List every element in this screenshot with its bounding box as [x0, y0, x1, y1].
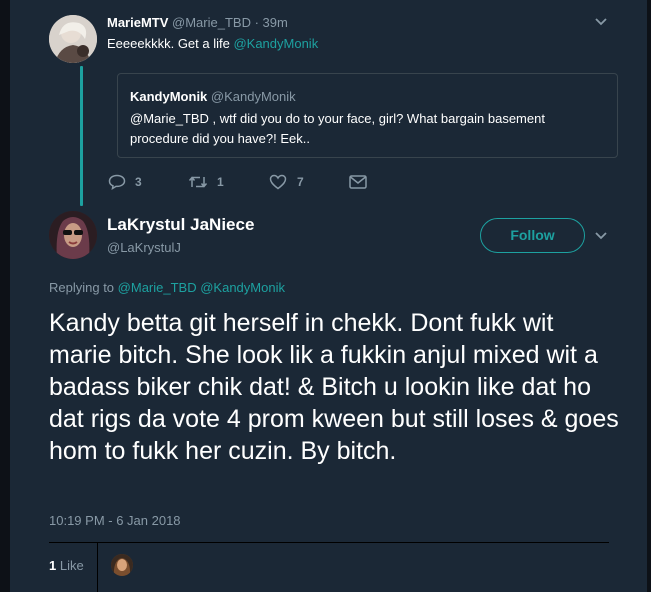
- like-stats[interactable]: 1 Like: [49, 558, 84, 573]
- main-timestamp[interactable]: 10:19 PM - 6 Jan 2018: [49, 513, 181, 528]
- reply-action-reply[interactable]: 3: [108, 173, 142, 191]
- reply-action-like[interactable]: 7: [269, 173, 304, 191]
- lakrystul-avatar[interactable]: [49, 211, 97, 259]
- tweet-panel: MarieMTV @Marie_TBD · 39m Eeeeekkkk. Get…: [10, 0, 647, 592]
- replying-to-line: Replying to @Marie_TBD @KandyMonik: [49, 280, 285, 295]
- reply-action-retweet[interactable]: 1: [188, 173, 224, 191]
- stats-top-divider: [49, 542, 609, 543]
- like-stats-count: 1: [49, 558, 57, 573]
- main-tweet-text: Kandy betta git herself in chekk. Dont f…: [49, 309, 619, 465]
- main-chevron-down-icon[interactable]: [594, 231, 608, 241]
- like-count: 7: [297, 175, 304, 189]
- quoted-text: @Marie_TBD , wtf did you do to your face…: [130, 111, 545, 146]
- reply-count: 3: [135, 175, 142, 189]
- replying-to-mentions[interactable]: @Marie_TBD @KandyMonik: [118, 280, 285, 295]
- reply-text: Eeeeekkkk. Get a life @KandyMonik: [107, 36, 318, 51]
- reply-text-body: Eeeeekkkk. Get a life: [107, 36, 234, 51]
- reply-display-name[interactable]: MarieMTV: [107, 15, 168, 30]
- reply-handle[interactable]: @Marie_TBD: [172, 15, 251, 30]
- main-handle[interactable]: @LaKrystulJ: [107, 240, 181, 255]
- like-heart-icon: [269, 174, 287, 190]
- window-left-edge: [0, 0, 10, 592]
- reply-chevron-down-icon[interactable]: [594, 17, 608, 27]
- quoted-tweet-card[interactable]: KandyMonik @KandyMonik @Marie_TBD , wtf …: [117, 73, 618, 158]
- quoted-header: KandyMonik @KandyMonik: [130, 89, 296, 104]
- reply-header: MarieMTV @Marie_TBD · 39m: [107, 15, 288, 30]
- like-stats-label: Like: [59, 558, 84, 573]
- liker-avatar[interactable]: [111, 554, 133, 576]
- follow-button[interactable]: Follow: [480, 218, 585, 253]
- quoted-display-name: KandyMonik: [130, 89, 208, 104]
- main-display-name[interactable]: LaKrystul JaNiece: [107, 215, 254, 235]
- quoted-handle: @KandyMonik: [210, 89, 296, 104]
- retweet-icon: [188, 175, 208, 189]
- reply-mention-link[interactable]: @KandyMonik: [233, 36, 318, 51]
- direct-message-icon[interactable]: [349, 175, 367, 189]
- window-right-edge: [647, 0, 651, 592]
- marie-avatar[interactable]: [49, 15, 97, 63]
- thread-connector-line: [80, 66, 83, 206]
- retweet-count: 1: [217, 175, 224, 189]
- reply-time[interactable]: · 39m: [255, 15, 288, 30]
- reply-icon: [108, 174, 126, 190]
- replying-to-label: Replying to: [49, 280, 115, 295]
- stats-vertical-divider: [97, 543, 98, 592]
